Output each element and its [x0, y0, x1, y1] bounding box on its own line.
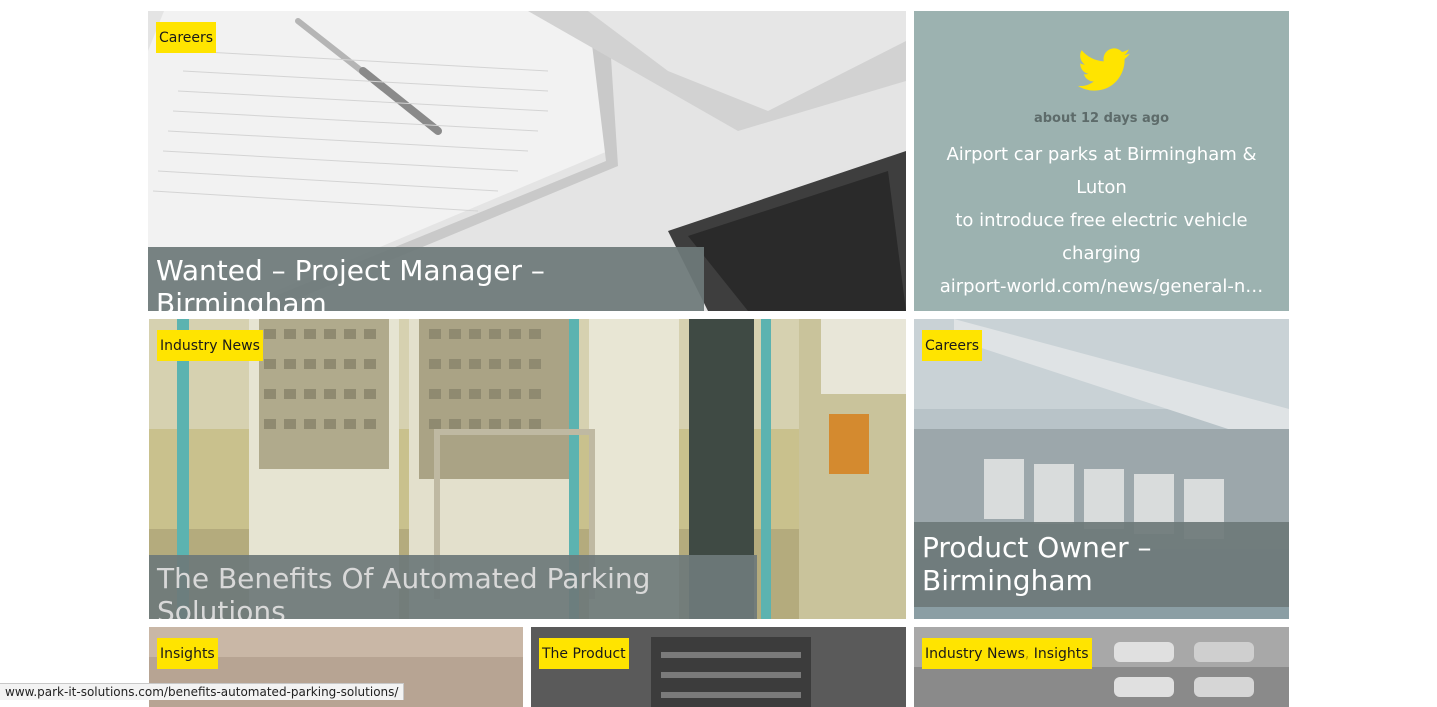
post-title-text[interactable]: The Benefits Of Automated Parking Soluti… — [157, 562, 650, 619]
twitter-icon — [1078, 48, 1130, 91]
post-title-line[interactable]: Product Owner – — [922, 531, 1281, 564]
tweet-text-line: Airport car parks at Birmingham & Luton — [946, 144, 1257, 198]
tweet-text: Airport car parks at Birmingham & Luton … — [914, 138, 1289, 303]
category-tag[interactable]: Careers — [156, 22, 217, 53]
card-project-manager[interactable]: Careers Wanted – Project Manager – Birmi… — [148, 11, 906, 311]
post-title[interactable]: The Benefits Of Automated Parking Soluti… — [149, 555, 757, 619]
status-bar-url: www.park-it-solutions.com/benefits-autom… — [0, 683, 405, 700]
tag-label[interactable]: Insights — [160, 646, 215, 662]
tweet-link[interactable]: airport-world.com/news/general-n… — [922, 270, 1281, 303]
tag-separator: , — [1024, 646, 1030, 662]
tweet-timestamp: about 12 days ago — [1033, 111, 1170, 126]
category-tag[interactable]: The Product — [539, 638, 629, 669]
tag-label[interactable]: Insights — [1034, 646, 1089, 662]
tag-label[interactable]: Industry News — [160, 338, 260, 354]
tag-label[interactable]: Careers — [925, 338, 979, 354]
category-tag[interactable]: Careers — [922, 330, 983, 361]
card-automated-parking[interactable]: Industry News The Benefits Of Automated … — [149, 319, 906, 619]
card-product-owner[interactable]: Careers Product Owner – Birmingham — [914, 319, 1289, 619]
tag-label[interactable]: Industry News — [925, 646, 1025, 662]
card-industry-news-insights[interactable]: Industry News, Insights — [914, 627, 1289, 707]
tag-label[interactable]: The Product — [542, 646, 626, 662]
card-twitter[interactable]: about 12 days ago Airport car parks at B… — [914, 11, 1289, 311]
post-title-line[interactable]: Birmingham — [922, 564, 1281, 597]
tag-label[interactable]: Careers — [159, 30, 213, 46]
tweet-text-line: to introduce free electric vehicle charg… — [955, 210, 1248, 264]
category-tag[interactable]: Industry News — [157, 330, 263, 361]
post-title[interactable]: Product Owner – Birmingham — [914, 522, 1289, 607]
card-the-product[interactable]: The Product — [531, 627, 906, 707]
post-title-text[interactable]: Wanted – Project Manager – Birmingham — [156, 254, 545, 311]
category-tag[interactable]: Insights — [157, 638, 218, 669]
post-title[interactable]: Wanted – Project Manager – Birmingham — [148, 247, 704, 311]
category-tag-group: Industry News, Insights — [922, 638, 1092, 669]
